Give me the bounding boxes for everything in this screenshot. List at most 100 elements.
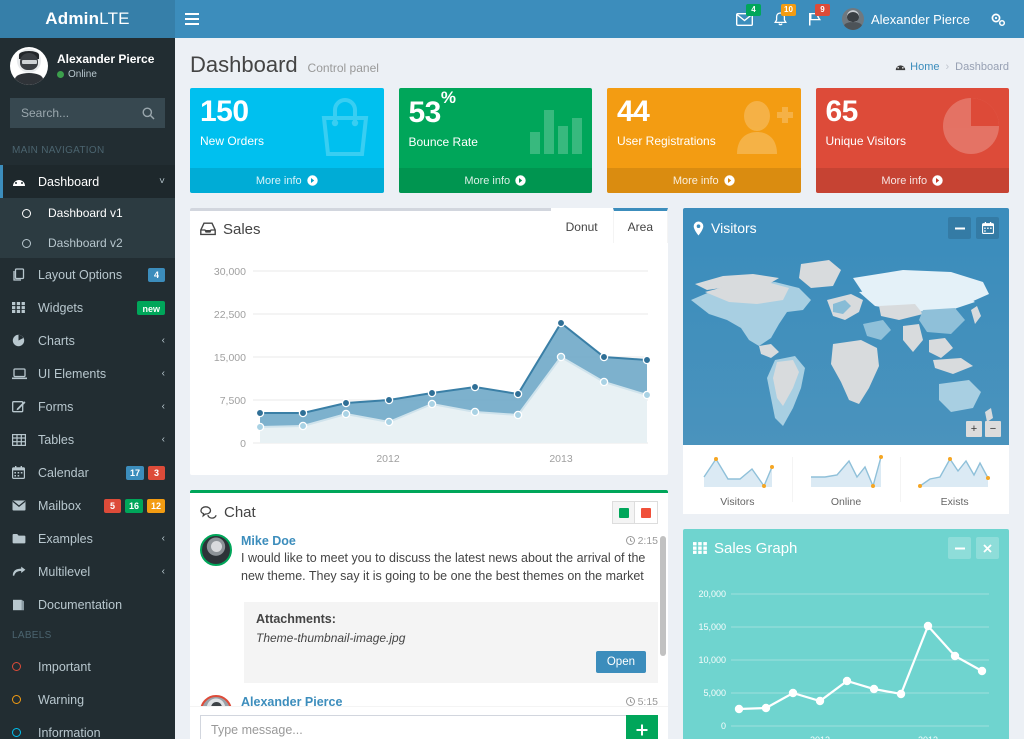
small-box-unique-visitors[interactable]: 65 Unique Visitors More info xyxy=(815,88,1009,193)
sidebar-badges: 5 16 12 xyxy=(103,498,165,513)
tab-donut[interactable]: Donut xyxy=(550,208,613,243)
right-column: Visitors + − Visitors Online Exists Sale… xyxy=(683,208,1009,739)
sidebar-toggle-button[interactable] xyxy=(175,0,209,38)
content-wrapper: Dashboard Control panel Home › Dashboard… xyxy=(175,38,1024,739)
chat-box-title-label: Chat xyxy=(224,504,256,521)
svg-text:15,000: 15,000 xyxy=(698,622,726,632)
chat-message: Alexander Pierce 5:15 I would like to me… xyxy=(200,693,658,706)
circle-o-icon xyxy=(12,728,29,737)
sidebar-item-warning[interactable]: Warning xyxy=(0,683,175,716)
svg-text:0: 0 xyxy=(240,438,246,450)
files-icon xyxy=(12,268,29,281)
sidebar-item-label: Tables xyxy=(38,432,75,447)
map-zoom-in-button[interactable]: + xyxy=(966,421,982,437)
sidebar-nav-header: MAIN NAVIGATION xyxy=(12,145,105,156)
left-column: Donut Area Sales 30,000 22,500 15,000 7,… xyxy=(190,208,668,739)
sidebar-item-label: Widgets xyxy=(38,300,84,315)
sidebar-item-label: Dashboard xyxy=(38,174,100,189)
chat-box-title: Chat xyxy=(200,504,256,521)
user-menu[interactable]: Alexander Pierce xyxy=(832,0,980,38)
control-sidebar-toggle[interactable] xyxy=(980,0,1016,38)
chat-send-button[interactable] xyxy=(626,715,658,739)
sidebar-item-layout-options[interactable]: Layout Options 4 xyxy=(0,258,175,291)
sidebar-item-important[interactable]: Important xyxy=(0,650,175,683)
breadcrumb-home[interactable]: Home xyxy=(895,61,940,73)
small-box-user-registrations[interactable]: 44 User Registrations More info xyxy=(607,88,801,193)
book-icon xyxy=(12,599,29,611)
minimize-button[interactable] xyxy=(948,217,971,239)
sidebar-item-documentation[interactable]: Documentation xyxy=(0,588,175,621)
sidebar-item-dashboard-v1[interactable]: Dashboard v1 xyxy=(0,198,175,228)
sidebar-item-widgets[interactable]: Widgets new xyxy=(0,291,175,324)
chat-author-name[interactable]: Mike Doe xyxy=(241,534,296,548)
world-map-svg xyxy=(691,260,993,426)
small-box-footer[interactable]: More info xyxy=(607,168,801,193)
world-map[interactable]: + − xyxy=(683,248,1009,445)
small-box-footer[interactable]: More info xyxy=(398,168,592,193)
sidebar-item-multilevel[interactable]: Multilevel ‹ xyxy=(0,555,175,588)
sparkline-chart xyxy=(703,457,775,488)
small-box-footer[interactable]: More info xyxy=(190,168,384,193)
small-box-text: User Registrations xyxy=(617,134,716,148)
status-badge: 3 xyxy=(148,465,165,480)
chat-status-red-button[interactable] xyxy=(635,501,658,524)
page-heading: Dashboard Control panel xyxy=(190,52,379,78)
small-box-footer-label: More info xyxy=(881,174,928,187)
notifications-menu[interactable]: 10 xyxy=(763,0,798,38)
sales-box: Donut Area Sales 30,000 22,500 15,000 7,… xyxy=(190,208,668,475)
sidebar-item-charts[interactable]: Charts ‹ xyxy=(0,324,175,357)
sidebar-item-label: Layout Options xyxy=(38,267,123,282)
calendar-button[interactable] xyxy=(976,217,999,239)
sidebar-item-mailbox[interactable]: Mailbox 5 16 12 xyxy=(0,489,175,522)
content: 150 New Orders More info 53% Bounce Rate… xyxy=(175,88,1024,739)
navbar: 4 10 9 Alexander Pierce xyxy=(175,0,1024,38)
chat-box-footer xyxy=(190,706,668,739)
small-box-text: New Orders xyxy=(200,134,265,148)
sparkline-chart xyxy=(811,455,883,489)
sidebar-user-status: Online xyxy=(57,69,154,80)
tasks-menu[interactable]: 9 xyxy=(798,0,832,38)
small-box-new-orders[interactable]: 150 New Orders More info xyxy=(190,88,384,193)
sidebar-item-information[interactable]: Information xyxy=(0,716,175,739)
map-zoom-out-button[interactable]: − xyxy=(985,421,1001,437)
chevron-left-icon: ‹ xyxy=(161,566,165,577)
sidebar-item-forms[interactable]: Forms ‹ xyxy=(0,390,175,423)
circle-o-icon xyxy=(22,238,39,248)
minimize-button[interactable] xyxy=(948,537,971,559)
logo[interactable]: Admin LTE xyxy=(0,0,175,38)
online-dot-icon xyxy=(57,71,64,78)
close-button[interactable] xyxy=(976,537,999,559)
avatar xyxy=(200,534,232,566)
minus-icon xyxy=(954,547,965,549)
tab-area[interactable]: Area xyxy=(612,208,668,243)
chat-scrollbar[interactable] xyxy=(660,536,666,656)
sidebar-user-name: Alexander Pierce xyxy=(57,52,155,66)
red-square-icon xyxy=(641,507,651,518)
sidebar-item-calendar[interactable]: Calendar 17 3 xyxy=(0,456,175,489)
chat-author-name[interactable]: Alexander Pierce xyxy=(241,695,342,706)
messages-menu[interactable]: 4 xyxy=(726,0,763,38)
sidebar-item-dashboard-v2[interactable]: Dashboard v2 xyxy=(0,228,175,258)
clock-icon xyxy=(625,536,635,545)
avatar xyxy=(10,47,48,85)
chat-status-green-button[interactable] xyxy=(612,501,635,524)
chat-message-input[interactable] xyxy=(200,715,626,739)
sidebar-user-panel[interactable]: Alexander Pierce Online xyxy=(0,38,175,94)
status-badge: 12 xyxy=(146,498,165,513)
search-button[interactable] xyxy=(135,98,161,128)
small-box-footer[interactable]: More info xyxy=(815,168,1009,193)
sidebar-item-label: Calendar xyxy=(38,465,89,480)
svg-text:0: 0 xyxy=(721,721,726,731)
chat-messages[interactable]: Mike Doe 2:15 I would like to meet you t… xyxy=(190,532,668,706)
small-box-content: 150 New Orders xyxy=(190,88,384,149)
svg-text:2013: 2013 xyxy=(918,735,938,739)
sidebar-item-tables[interactable]: Tables ‹ xyxy=(0,423,175,456)
sidebar-item-dashboard[interactable]: Dashboard ˅ xyxy=(0,165,175,198)
sidebar-item-examples[interactable]: Examples ‹ xyxy=(0,522,175,555)
plus-icon xyxy=(636,724,648,736)
arrow-circle-right-icon xyxy=(306,175,318,186)
sidebar-item-label: Multilevel xyxy=(38,564,91,579)
attachment-open-button[interactable]: Open xyxy=(595,651,646,674)
sidebar-item-ui-elements[interactable]: UI Elements ‹ xyxy=(0,357,175,390)
small-box-bounce-rate[interactable]: 53% Bounce Rate More info xyxy=(398,88,592,193)
